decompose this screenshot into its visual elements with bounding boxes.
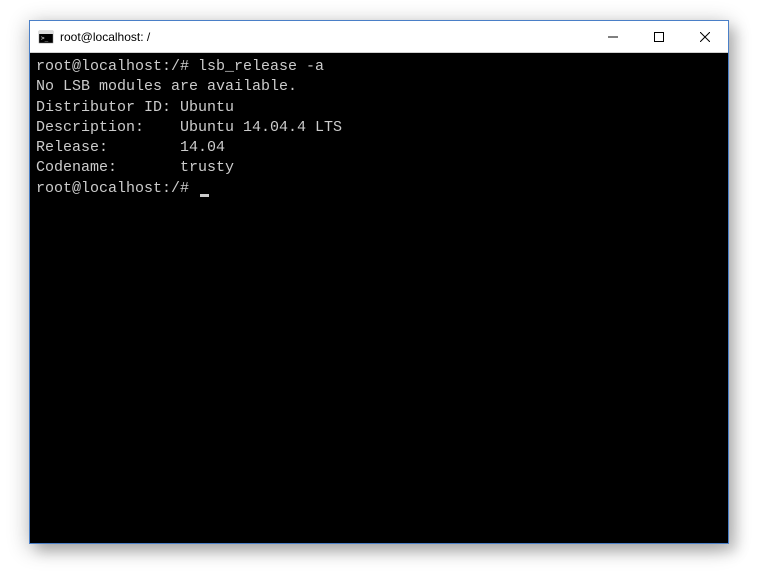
titlebar[interactable]: >_ root@localhost: /	[30, 21, 728, 53]
close-button[interactable]	[682, 21, 728, 52]
terminal-line: Release: 14.04	[36, 138, 722, 158]
terminal-line: Distributor ID: Ubuntu	[36, 98, 722, 118]
terminal-line: Codename: trusty	[36, 158, 722, 178]
terminal-line: No LSB modules are available.	[36, 77, 722, 97]
cursor-icon	[200, 194, 209, 197]
terminal-line: root@localhost:/# lsb_release -a	[36, 57, 722, 77]
terminal-line: Description: Ubuntu 14.04.4 LTS	[36, 118, 722, 138]
maximize-button[interactable]	[636, 21, 682, 52]
window-title: root@localhost: /	[60, 30, 590, 44]
terminal-output[interactable]: root@localhost:/# lsb_release -aNo LSB m…	[30, 53, 728, 543]
terminal-prompt: root@localhost:/#	[36, 180, 198, 197]
minimize-button[interactable]	[590, 21, 636, 52]
terminal-icon: >_	[38, 29, 54, 45]
svg-text:>_: >_	[41, 35, 49, 42]
terminal-prompt-line: root@localhost:/#	[36, 179, 722, 199]
window-controls	[590, 21, 728, 52]
terminal-window: >_ root@localhost: / root@localhost:/# l…	[29, 20, 729, 544]
